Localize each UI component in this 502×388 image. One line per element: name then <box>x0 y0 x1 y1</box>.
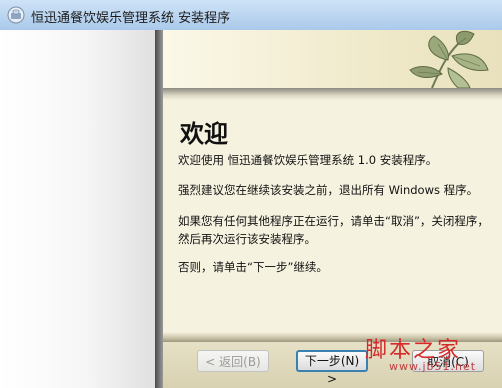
page-title: 欢迎 <box>180 120 228 148</box>
side-banner <box>0 30 155 388</box>
app-icon <box>7 6 25 24</box>
continue-hint-paragraph: 否则，请单击“下一步”继续。 <box>178 260 328 274</box>
side-banner-edge <box>155 30 163 388</box>
wizard-content: 欢迎 欢迎使用 恒迅通餐饮娱乐管理系统 1.0 安装程序。 强烈建议您在继续该安… <box>163 30 502 388</box>
installer-window: 恒迅通餐饮娱乐管理系统 安装程序 欢迎 欢迎使用 恒迅通餐饮娱乐管理系统 1.0… <box>0 0 502 388</box>
watermark-url: www.jb51.net <box>389 360 477 373</box>
leaf-decoration-icon <box>409 30 489 88</box>
watermark: 脚本之家 www.jb51.net <box>353 332 502 388</box>
title-bar[interactable]: 恒迅通餐饮娱乐管理系统 安装程序 <box>0 0 502 30</box>
close-programs-paragraph: 强烈建议您在继续该安装之前，退出所有 Windows 程序。 <box>178 183 479 197</box>
wizard-body: 欢迎 欢迎使用 恒迅通餐饮娱乐管理系统 1.0 安装程序。 强烈建议您在继续该安… <box>0 30 502 388</box>
header-shadow <box>163 88 502 100</box>
cancel-hint-paragraph: 如果您有任何其他程序正在运行，请单击“取消”，关闭程序，然后再次运行该安装程序。 <box>178 214 489 246</box>
welcome-paragraph: 欢迎使用 恒迅通餐饮娱乐管理系统 1.0 安装程序。 <box>178 153 438 167</box>
header-band <box>163 30 502 88</box>
back-button[interactable]: < 返回(B) <box>197 350 269 372</box>
window-title: 恒迅通餐饮娱乐管理系统 安装程序 <box>31 11 231 26</box>
